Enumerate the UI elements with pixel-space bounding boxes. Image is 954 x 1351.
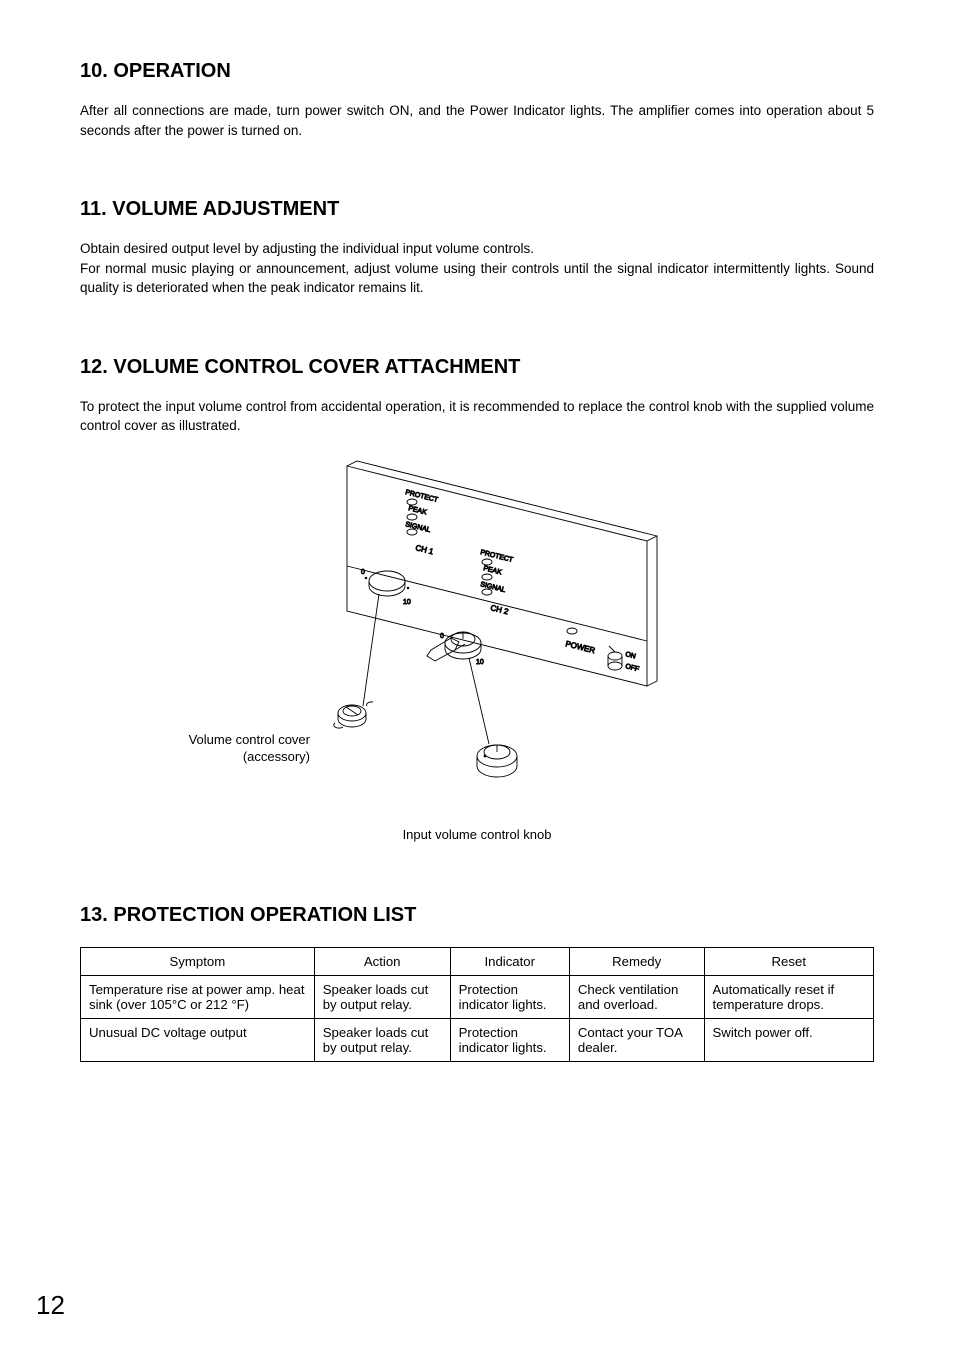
panel-text-signal1: SIGNAL	[405, 521, 432, 534]
section-11-body-2: For normal music playing or announcement…	[80, 259, 874, 298]
table-row: Unusual DC voltage output Speaker loads …	[81, 1018, 874, 1061]
table-row: Temperature rise at power amp. heat sink…	[81, 975, 874, 1018]
cover-accessory-icon	[334, 594, 379, 728]
panel-scale-0a: 0	[361, 569, 365, 576]
panel-text-ch1: CH 1	[415, 543, 435, 556]
panel-scale-10b: 10	[476, 659, 484, 666]
panel-scale-10a: 10	[403, 599, 411, 606]
cell-reset: Automatically reset if temperature drops…	[704, 975, 873, 1018]
cell-remedy: Check ventilation and overload.	[569, 975, 704, 1018]
screwdriver-icon	[427, 638, 465, 661]
figure-knob-label: Input volume control knob	[80, 826, 874, 844]
col-indicator: Indicator	[450, 947, 569, 975]
section-10-body: After all connections are made, turn pow…	[80, 101, 874, 140]
table-header-row: Symptom Action Indicator Remedy Reset	[81, 947, 874, 975]
figure-volume-cover: Volume control cover (accessory) Input v…	[80, 446, 874, 846]
cell-symptom: Temperature rise at power amp. heat sink…	[81, 975, 315, 1018]
cell-action: Speaker loads cut by output relay.	[314, 975, 450, 1018]
cell-indicator: Protection indicator lights.	[450, 975, 569, 1018]
panel-text-peak1: PEAK	[408, 505, 428, 516]
panel-text-off: OFF	[625, 663, 640, 673]
col-remedy: Remedy	[569, 947, 704, 975]
document-page: 10. OPERATION After all connections are …	[0, 0, 954, 1351]
section-12-heading: 12. VOLUME CONTROL COVER ATTACHMENT	[80, 356, 874, 379]
section-13-heading: 13. PROTECTION OPERATION LIST	[80, 904, 874, 927]
cell-remedy: Contact your TOA dealer.	[569, 1018, 704, 1061]
cell-reset: Switch power off.	[704, 1018, 873, 1061]
panel-text-ch2: CH 2	[490, 603, 510, 616]
col-action: Action	[314, 947, 450, 975]
cell-indicator: Protection indicator lights.	[450, 1018, 569, 1061]
panel-text-peak2: PEAK	[483, 565, 503, 576]
panel-text-protect1: PROTECT	[405, 489, 440, 504]
section-10: 10. OPERATION After all connections are …	[80, 60, 874, 140]
section-11-heading: 11. VOLUME ADJUSTMENT	[80, 198, 874, 221]
section-13: 13. PROTECTION OPERATION LIST Symptom Ac…	[80, 904, 874, 1062]
section-10-heading: 10. OPERATION	[80, 60, 874, 83]
col-symptom: Symptom	[81, 947, 315, 975]
cell-action: Speaker loads cut by output relay.	[314, 1018, 450, 1061]
section-11-body-1: Obtain desired output level by adjusting…	[80, 239, 874, 259]
removed-knob-icon	[469, 658, 517, 777]
panel-scale-0b: 0	[440, 633, 444, 640]
section-12: 12. VOLUME CONTROL COVER ATTACHMENT To p…	[80, 356, 874, 846]
panel-text-on: ON	[625, 651, 637, 660]
panel-text-power: POWER	[565, 639, 597, 655]
panel-text-signal2: SIGNAL	[480, 581, 507, 594]
section-12-body: To protect the input volume control from…	[80, 397, 874, 436]
panel-text-protect2: PROTECT	[480, 549, 515, 564]
page-number: 12	[36, 1290, 65, 1321]
col-reset: Reset	[704, 947, 873, 975]
cell-symptom: Unusual DC voltage output	[81, 1018, 315, 1061]
section-11: 11. VOLUME ADJUSTMENT Obtain desired out…	[80, 198, 874, 298]
protection-table: Symptom Action Indicator Remedy Reset Te…	[80, 947, 874, 1062]
figure-svg: PROTECT PEAK SIGNAL CH 1 0 10	[227, 446, 727, 816]
